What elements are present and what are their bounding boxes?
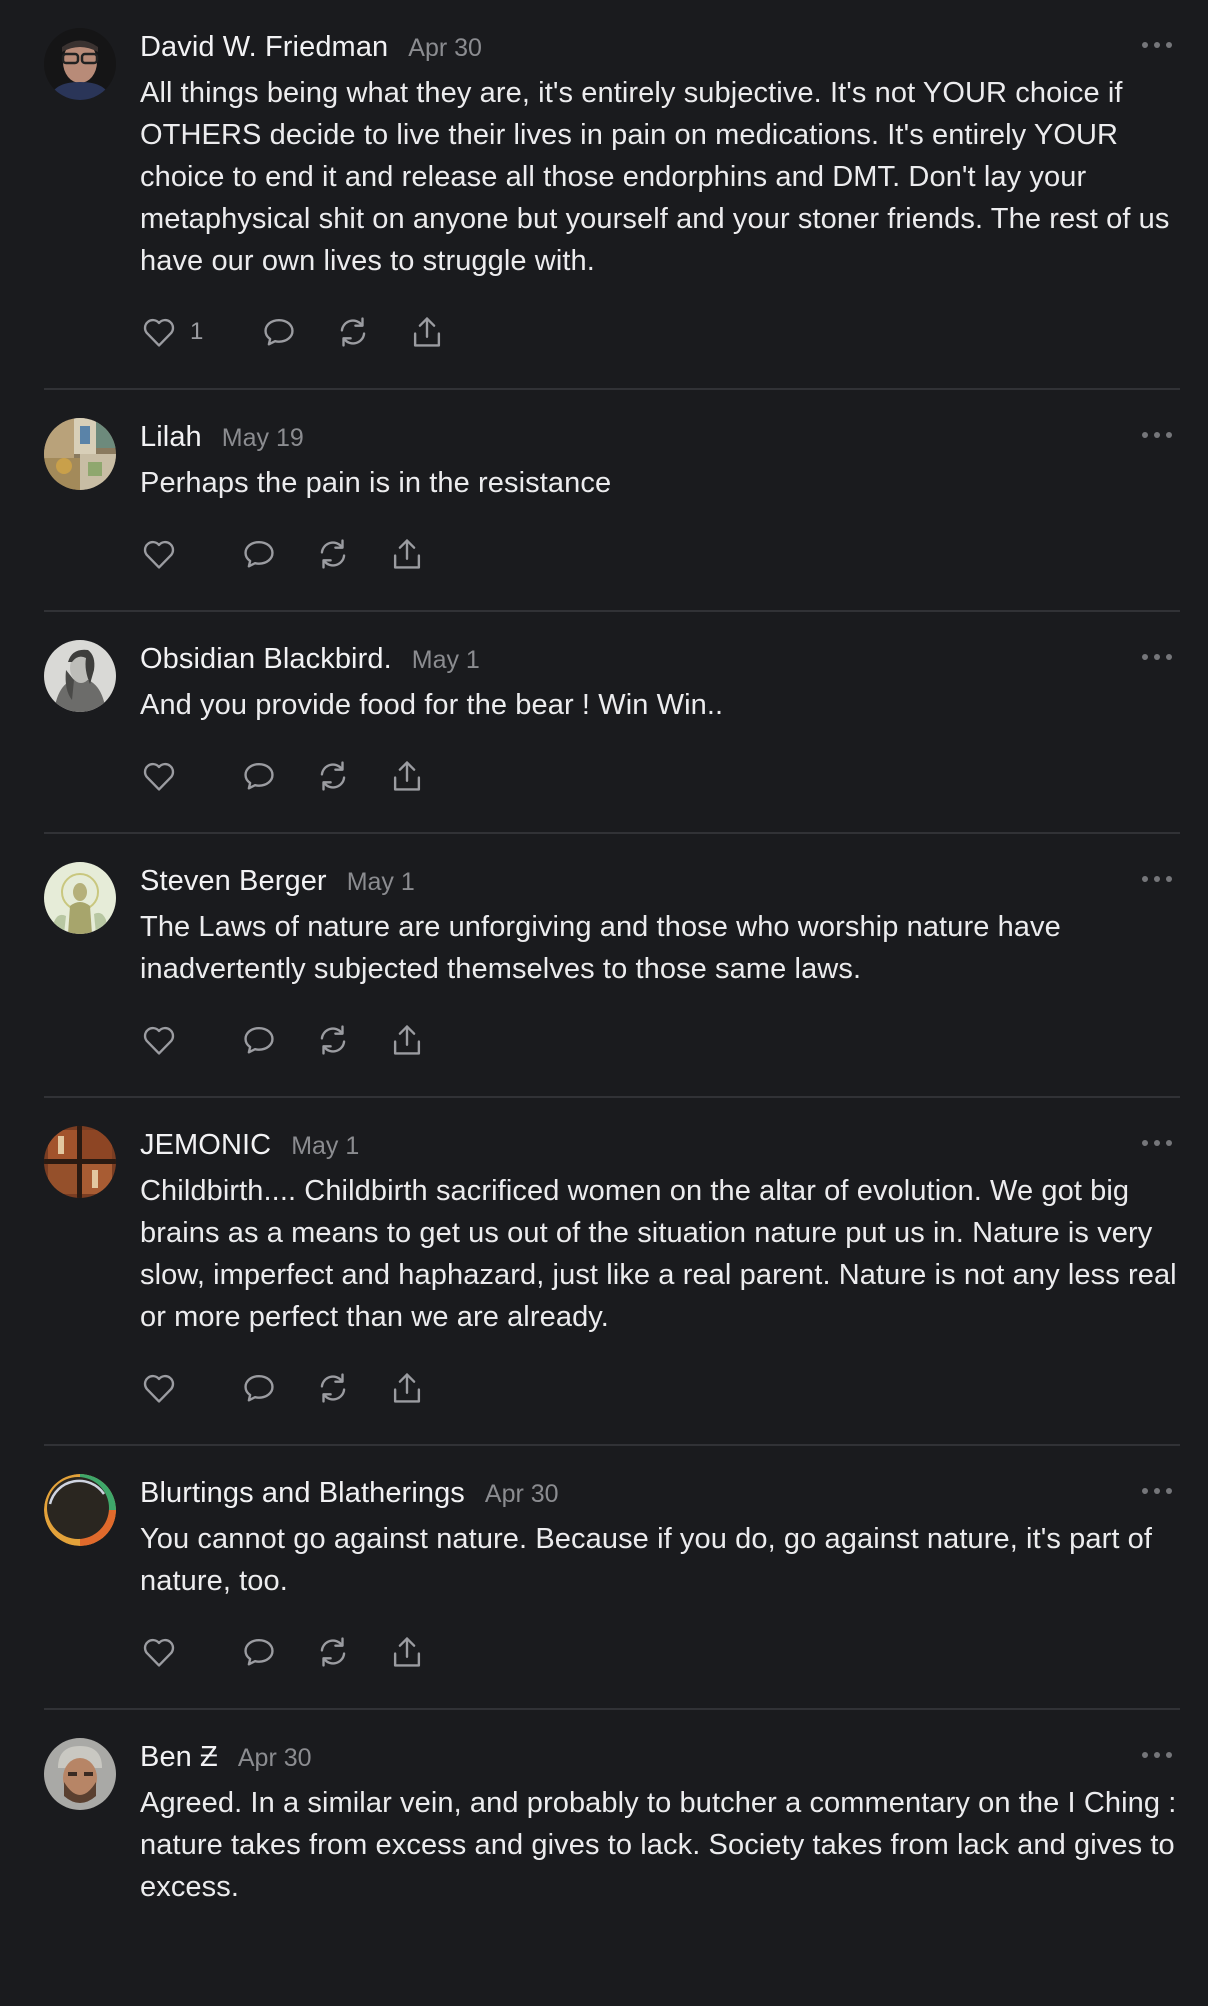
avatar[interactable] bbox=[44, 640, 116, 712]
avatar[interactable] bbox=[44, 1474, 116, 1546]
comment-text: You cannot go against nature. Because if… bbox=[140, 1523, 1153, 1597]
author-name[interactable]: Obsidian Blackbird. bbox=[140, 638, 392, 680]
like-button[interactable] bbox=[140, 1633, 204, 1671]
share-button[interactable] bbox=[388, 535, 426, 573]
share-upload-icon bbox=[388, 1633, 426, 1671]
author-name[interactable]: Ben Ƶ bbox=[140, 1736, 218, 1778]
refresh-arrows-icon bbox=[314, 1369, 352, 1407]
more-options-icon[interactable] bbox=[1142, 1740, 1172, 1770]
like-button[interactable]: 1 bbox=[140, 313, 204, 351]
heart-icon bbox=[140, 1369, 178, 1407]
like-button[interactable] bbox=[140, 757, 204, 795]
comment-item: David W. Friedman Apr 30 All things bein… bbox=[44, 0, 1180, 390]
like-button[interactable] bbox=[140, 1021, 204, 1059]
more-options-icon[interactable] bbox=[1142, 30, 1172, 60]
reply-button[interactable] bbox=[240, 535, 278, 573]
refresh-arrows-icon bbox=[314, 757, 352, 795]
author-name[interactable]: David W. Friedman bbox=[140, 26, 388, 68]
speech-bubble-icon bbox=[240, 1021, 278, 1059]
restack-button[interactable] bbox=[314, 1021, 352, 1059]
more-options-icon[interactable] bbox=[1142, 642, 1172, 672]
heart-icon bbox=[140, 535, 178, 573]
comment-actions bbox=[140, 1368, 1180, 1444]
avatar[interactable] bbox=[44, 28, 116, 100]
reply-button[interactable] bbox=[240, 1021, 278, 1059]
author-name[interactable]: JEMONIC bbox=[140, 1124, 271, 1166]
share-upload-icon bbox=[408, 313, 446, 351]
comment-text: The Laws of nature are unforgiving and t… bbox=[140, 911, 1061, 985]
comment-date[interactable]: May 1 bbox=[291, 1125, 359, 1167]
comment-text: Agreed. In a similar vein, and probably … bbox=[140, 1787, 1177, 1903]
comment-actions bbox=[140, 756, 1180, 832]
restack-button[interactable] bbox=[334, 313, 372, 351]
refresh-arrows-icon bbox=[314, 1021, 352, 1059]
reply-button[interactable] bbox=[260, 313, 298, 351]
author-name[interactable]: Lilah bbox=[140, 416, 202, 458]
like-button[interactable] bbox=[140, 1369, 204, 1407]
comment-date[interactable]: Apr 30 bbox=[238, 1737, 312, 1779]
avatar[interactable] bbox=[44, 1738, 116, 1810]
comment-date[interactable]: May 19 bbox=[222, 417, 304, 459]
heart-icon bbox=[140, 1021, 178, 1059]
share-button[interactable] bbox=[388, 757, 426, 795]
comment-date[interactable]: May 1 bbox=[412, 639, 480, 681]
speech-bubble-icon bbox=[240, 1633, 278, 1671]
comment-text: All things being what they are, it's ent… bbox=[140, 77, 1170, 277]
comment-date[interactable]: Apr 30 bbox=[485, 1473, 559, 1515]
more-options-icon[interactable] bbox=[1142, 420, 1172, 450]
comment-text: And you provide food for the bear ! Win … bbox=[140, 689, 724, 721]
heart-icon bbox=[140, 1633, 178, 1671]
speech-bubble-icon bbox=[260, 313, 298, 351]
author-name[interactable]: Steven Berger bbox=[140, 860, 327, 902]
comment-actions bbox=[140, 1020, 1180, 1096]
share-upload-icon bbox=[388, 535, 426, 573]
comment-actions: 1 bbox=[140, 312, 1180, 388]
avatar[interactable] bbox=[44, 418, 116, 490]
comment-actions bbox=[140, 1632, 1180, 1708]
share-button[interactable] bbox=[388, 1633, 426, 1671]
speech-bubble-icon bbox=[240, 1369, 278, 1407]
heart-icon bbox=[140, 757, 178, 795]
like-count: 1 bbox=[190, 318, 204, 345]
comment-date[interactable]: Apr 30 bbox=[408, 27, 482, 69]
comment-date[interactable]: May 1 bbox=[347, 861, 415, 903]
speech-bubble-icon bbox=[240, 535, 278, 573]
restack-button[interactable] bbox=[314, 1369, 352, 1407]
comment-item: Lilah May 19 Perhaps the pain is in the … bbox=[44, 390, 1180, 612]
restack-button[interactable] bbox=[314, 535, 352, 573]
comment-text: Childbirth.... Childbirth sacrificed wom… bbox=[140, 1175, 1177, 1333]
avatar[interactable] bbox=[44, 862, 116, 934]
comment-item: Obsidian Blackbird. May 1 And you provid… bbox=[44, 612, 1180, 834]
more-options-icon[interactable] bbox=[1142, 864, 1172, 894]
comment-item: JEMONIC May 1 Childbirth.... Childbirth … bbox=[44, 1098, 1180, 1446]
author-name[interactable]: Blurtings and Blatherings bbox=[140, 1472, 465, 1514]
comment-text: Perhaps the pain is in the resistance bbox=[140, 467, 612, 499]
share-upload-icon bbox=[388, 757, 426, 795]
reply-button[interactable] bbox=[240, 1369, 278, 1407]
share-button[interactable] bbox=[388, 1369, 426, 1407]
comment-item: Blurtings and Blatherings Apr 30 You can… bbox=[44, 1446, 1180, 1710]
refresh-arrows-icon bbox=[334, 313, 372, 351]
more-options-icon[interactable] bbox=[1142, 1128, 1172, 1158]
comment-feed: David W. Friedman Apr 30 All things bein… bbox=[0, 0, 1208, 1908]
restack-button[interactable] bbox=[314, 757, 352, 795]
reply-button[interactable] bbox=[240, 757, 278, 795]
speech-bubble-icon bbox=[240, 757, 278, 795]
refresh-arrows-icon bbox=[314, 535, 352, 573]
comment-item: Ben Ƶ Apr 30 Agreed. In a similar vein, … bbox=[44, 1710, 1180, 1908]
refresh-arrows-icon bbox=[314, 1633, 352, 1671]
comment-actions bbox=[140, 534, 1180, 610]
share-button[interactable] bbox=[388, 1021, 426, 1059]
like-button[interactable] bbox=[140, 535, 204, 573]
restack-button[interactable] bbox=[314, 1633, 352, 1671]
heart-icon bbox=[140, 313, 178, 351]
share-upload-icon bbox=[388, 1369, 426, 1407]
share-button[interactable] bbox=[408, 313, 446, 351]
avatar[interactable] bbox=[44, 1126, 116, 1198]
reply-button[interactable] bbox=[240, 1633, 278, 1671]
comment-item: Steven Berger May 1 The Laws of nature a… bbox=[44, 834, 1180, 1098]
more-options-icon[interactable] bbox=[1142, 1476, 1172, 1506]
share-upload-icon bbox=[388, 1021, 426, 1059]
